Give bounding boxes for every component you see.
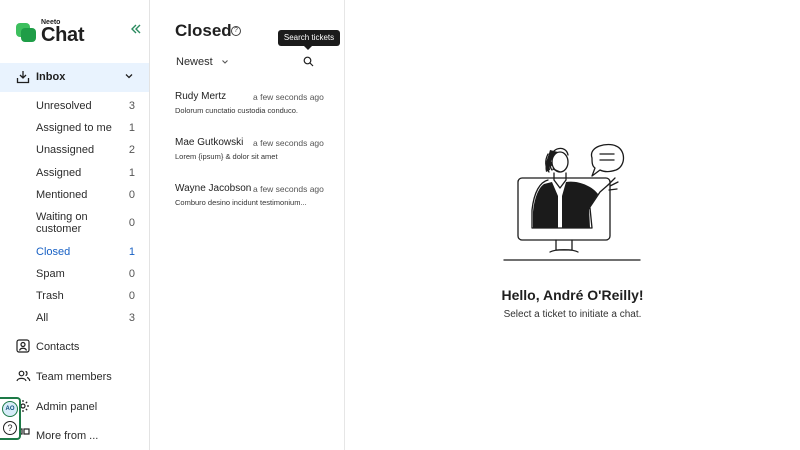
ticket-contact-name: Rudy Mertz — [175, 91, 227, 102]
ticket-contact-name: Wayne Jacobson — [175, 183, 252, 194]
chat-bubbles-logo-icon — [16, 21, 36, 43]
sidebar-item-assigned-to-me[interactable]: Assigned to me 1 — [36, 122, 136, 134]
sidebar-item-count: 0 — [128, 290, 135, 302]
sidebar-item-label: Trash — [36, 290, 64, 302]
sidebar-item-label: Team members — [36, 371, 112, 383]
avatar[interactable]: AO — [2, 401, 18, 417]
inbox-download-icon — [16, 71, 30, 84]
sidebar-item-label: All — [36, 312, 49, 324]
conversation-area: Hello, André O'Reilly! Select a ticket t… — [345, 0, 800, 450]
ticket-contact-name: Mae Gutkowski — [175, 137, 244, 148]
sidebar-item-count: 2 — [128, 144, 135, 156]
sidebar-item-label: Unresolved — [36, 100, 92, 112]
sidebar-item-count: 0 — [128, 217, 135, 229]
ticket-preview: Comburo desino incidunt testimonium... — [175, 198, 307, 207]
sidebar-item-label: Waiting on customer — [36, 211, 88, 235]
sidebar-item-trash[interactable]: Trash 0 — [36, 290, 136, 302]
sidebar-item-waiting-on-customer[interactable]: Waiting on customer 0 — [36, 211, 136, 237]
logo[interactable]: Neeto Chat — [16, 19, 85, 46]
sidebar-item-inbox[interactable]: Inbox — [0, 63, 149, 92]
empty-state-greeting: Hello, André O'Reilly! — [501, 287, 644, 303]
sort-label: Newest — [176, 56, 213, 68]
logo-brand-big: Chat — [41, 24, 85, 46]
sidebar-item-contacts[interactable]: Contacts — [16, 339, 146, 357]
sidebar-item-count: 1 — [128, 246, 135, 258]
sidebar-item-count: 0 — [128, 189, 135, 201]
sidebar-item-more[interactable]: More from ... — [16, 428, 146, 442]
ticket-item[interactable]: Rudy Mertz a few seconds ago Dolorum cun… — [175, 91, 324, 121]
ticket-timestamp: a few seconds ago — [253, 92, 324, 102]
sidebar-item-all[interactable]: All 3 — [36, 312, 136, 324]
sort-dropdown[interactable]: Newest — [176, 56, 229, 68]
sidebar-item-label: Assigned — [36, 167, 82, 179]
sidebar-item-team-members[interactable]: Team members — [16, 369, 146, 387]
sidebar-item-mentioned[interactable]: Mentioned 0 — [36, 189, 136, 201]
search-tooltip: Search tickets — [278, 30, 340, 50]
search-icon — [303, 56, 314, 67]
sidebar-item-closed[interactable]: Closed 1 — [36, 246, 136, 258]
sidebar-item-assigned[interactable]: Assigned 1 — [36, 167, 136, 179]
ticket-list-pane: Closed ? Newest Search tickets Rudy Mert… — [150, 0, 345, 450]
sidebar-item-count: 3 — [128, 312, 135, 324]
sidebar-item-admin-panel[interactable]: Admin panel — [16, 399, 146, 417]
empty-state-subtext: Select a ticket to initiate a chat. — [503, 309, 642, 320]
sidebar-item-label: Assigned to me — [36, 122, 112, 134]
sidebar-item-count: 0 — [128, 268, 135, 280]
sidebar-item-label: More from ... — [36, 430, 99, 442]
sidebar-item-label: Admin panel — [36, 401, 98, 413]
ticket-item[interactable]: Mae Gutkowski a few seconds ago Lorem {i… — [175, 137, 324, 167]
ticket-timestamp: a few seconds ago — [253, 138, 324, 148]
support-agent-illustration — [503, 143, 641, 261]
collapse-sidebar-button[interactable] — [128, 22, 144, 38]
help-icon[interactable]: ? — [3, 421, 17, 435]
sidebar-item-inbox-label: Inbox — [36, 71, 66, 83]
search-button[interactable] — [303, 56, 315, 68]
sidebar-item-count: 3 — [128, 100, 135, 112]
sidebar-item-label: Contacts — [36, 341, 80, 353]
sidebar-item-label: Closed — [36, 246, 71, 258]
ticket-preview: Lorem {ipsum} & dolor sit amet — [175, 152, 278, 161]
contacts-icon — [16, 339, 30, 353]
double-chevron-left-icon — [131, 24, 141, 34]
sidebar: Neeto Chat Inbox Unresolved 3 Assigned t… — [0, 0, 150, 450]
sidebar-item-label: Spam — [36, 268, 65, 280]
question-circle-icon[interactable]: ? — [231, 26, 241, 36]
chevron-down-icon — [221, 60, 228, 64]
ticket-preview: Dolorum cunctatio custodia conduco. — [175, 106, 298, 115]
sidebar-item-label: Mentioned — [36, 189, 88, 201]
sidebar-item-count: 1 — [128, 122, 135, 134]
chevron-down-icon — [125, 74, 133, 79]
page-title: Closed — [175, 21, 232, 40]
sidebar-item-unresolved[interactable]: Unresolved 3 — [36, 100, 136, 112]
sidebar-item-spam[interactable]: Spam 0 — [36, 268, 136, 280]
team-icon — [16, 370, 31, 382]
ticket-timestamp: a few seconds ago — [253, 184, 324, 194]
ticket-item[interactable]: Wayne Jacobson a few seconds ago Comburo… — [175, 183, 324, 213]
sidebar-item-count: 1 — [128, 167, 135, 179]
sidebar-item-unassigned[interactable]: Unassigned 2 — [36, 144, 136, 156]
sidebar-item-label: Unassigned — [36, 144, 95, 156]
